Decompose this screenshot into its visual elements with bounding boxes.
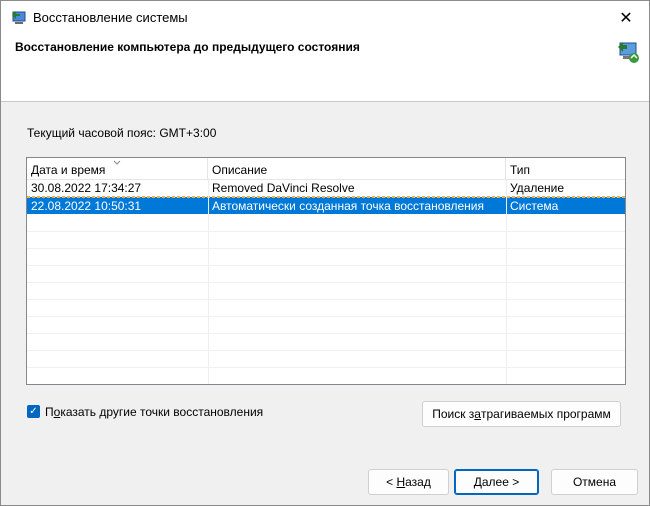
wizard-header: Восстановление компьютера до предыдущего… — [1, 34, 649, 102]
button-text: Далее > — [473, 475, 520, 489]
list-header: Дата и время Описание Тип — [27, 158, 625, 180]
button-text: < — [386, 475, 397, 489]
column-header-type[interactable]: Тип — [506, 158, 625, 180]
cancel-button[interactable]: Отмена — [551, 469, 638, 495]
button-text: азад — [405, 475, 431, 489]
system-restore-icon — [12, 11, 26, 24]
column-header-date[interactable]: Дата и время — [27, 158, 208, 180]
cell-description: Автоматически созданная точка восстановл… — [212, 199, 484, 213]
table-row[interactable]: 30.08.2022 17:34:27 Removed DaVinci Reso… — [27, 180, 625, 197]
sort-descending-icon — [113, 160, 121, 165]
row-gridline — [27, 316, 625, 317]
cell-date: 30.08.2022 17:34:27 — [31, 181, 142, 195]
system-restore-icon — [618, 42, 639, 63]
scan-affected-programs-button[interactable]: Поиск з а трагиваемых программ — [422, 401, 621, 427]
checkmark-icon: ✓ — [29, 406, 38, 417]
button-accel: Н — [396, 475, 406, 489]
row-gridline — [27, 350, 625, 351]
button-text: Отмена — [572, 475, 617, 489]
row-gridline — [27, 231, 625, 232]
page-title: Восстановление компьютера до предыдущего… — [15, 40, 360, 54]
row-gridline — [27, 248, 625, 249]
timezone-label: Текущий часовой пояс: GMT+3:00 — [27, 126, 217, 140]
label-text: казать другие точки восстановления — [60, 405, 264, 419]
show-more-label[interactable]: Показать другие точки восстановления — [45, 405, 263, 419]
column-header-label: Тип — [510, 163, 531, 177]
close-button[interactable]: ✕ — [603, 1, 649, 34]
title-bar: Восстановление системы ✕ — [1, 1, 649, 34]
row-gridline — [27, 265, 625, 266]
row-gridline — [27, 333, 625, 334]
restore-points-list[interactable]: Дата и время Описание Тип 30.08.2022 17:… — [26, 157, 626, 385]
window-title: Восстановление системы — [33, 10, 188, 25]
button-accel: а — [474, 407, 481, 421]
label-text: П — [45, 405, 54, 419]
show-more-checkbox[interactable]: ✓ — [27, 405, 40, 418]
cell-description: Removed DaVinci Resolve — [212, 181, 355, 195]
column-header-label: Описание — [212, 163, 268, 177]
next-button[interactable]: Далее > — [454, 469, 539, 495]
button-text: трагиваемых программ — [480, 407, 611, 421]
back-button[interactable]: < Назад — [368, 469, 449, 495]
column-header-description[interactable]: Описание — [208, 158, 506, 180]
row-gridline — [27, 282, 625, 283]
table-row-selected[interactable]: 22.08.2022 10:50:31 Автоматически создан… — [27, 197, 625, 214]
close-icon: ✕ — [619, 9, 633, 27]
cell-type: Удаление — [510, 181, 565, 195]
row-gridline — [27, 299, 625, 300]
row-gridline — [27, 367, 625, 368]
button-text: Поиск з — [432, 407, 475, 421]
system-restore-window: Восстановление системы ✕ Восстановление … — [0, 0, 650, 506]
column-header-label: Дата и время — [31, 163, 106, 177]
cell-date: 22.08.2022 10:50:31 — [31, 199, 142, 213]
cell-type: Система — [510, 199, 559, 213]
